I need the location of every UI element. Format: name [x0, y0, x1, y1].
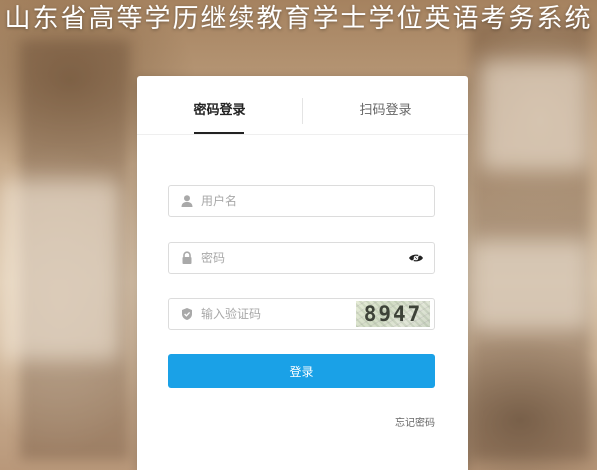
password-input[interactable] [201, 243, 401, 273]
username-input[interactable] [201, 186, 426, 216]
captcha-field: 8947 [168, 298, 435, 330]
captcha-code: 8947 [363, 302, 423, 326]
login-card: 密码登录 扫码登录 8947 [137, 76, 468, 470]
page-title: 山东省高等学历继续教育学士学位英语考务系统 [4, 4, 593, 34]
login-tabs: 密码登录 扫码登录 [137, 76, 468, 135]
tab-password-login[interactable]: 密码登录 [137, 76, 302, 134]
tab-qrcode-login[interactable]: 扫码登录 [303, 76, 468, 134]
lock-icon [182, 251, 192, 264]
captcha-image[interactable]: 8947 [356, 301, 430, 327]
password-field [168, 242, 435, 274]
shield-icon [182, 308, 192, 320]
eye-icon[interactable] [408, 252, 424, 264]
login-button[interactable]: 登录 [168, 354, 435, 388]
username-field [168, 185, 435, 217]
captcha-input[interactable] [201, 299, 346, 329]
forgot-password-link[interactable]: 忘记密码 [395, 414, 435, 429]
active-tab-indicator [194, 132, 244, 134]
user-icon [181, 195, 193, 207]
